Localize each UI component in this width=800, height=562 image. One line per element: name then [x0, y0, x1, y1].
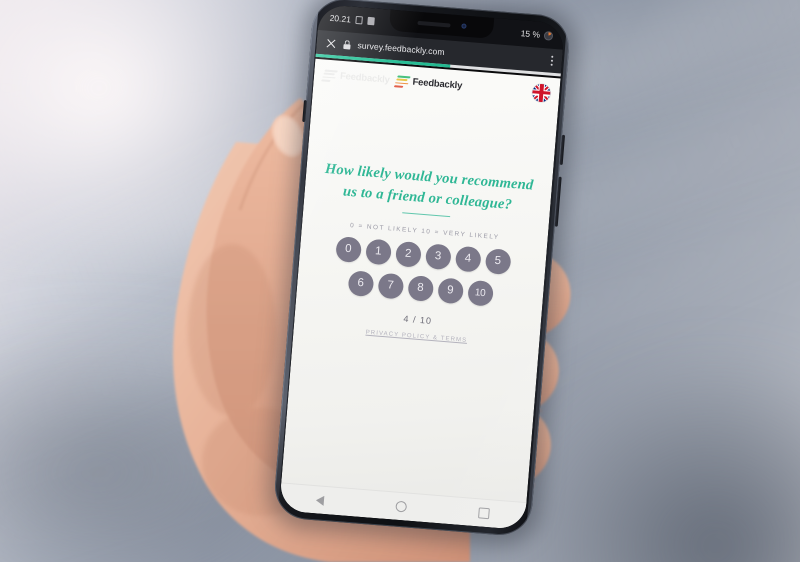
- survey-page: Feedbackly Feedbackly How likely would y…: [279, 58, 561, 531]
- front-camera-icon: [460, 23, 467, 29]
- privacy-policy-link[interactable]: PRIVACY POLICY & TERMS: [365, 330, 467, 344]
- status-bar-right: 15 %: [520, 28, 554, 41]
- feedbackly-logo[interactable]: Feedbackly: [393, 75, 463, 92]
- url-text[interactable]: survey.feedbackly.com: [357, 40, 445, 57]
- secure-lock-icon: [343, 39, 351, 50]
- logo-bars-icon: [393, 75, 411, 88]
- nps-option-0[interactable]: 0: [334, 235, 362, 263]
- battery-charging-icon: [543, 30, 554, 41]
- united-kingdom-flag-icon[interactable]: [531, 82, 552, 103]
- smartphone: 20.21 15 % survey.feedbackly.com Feedbac…: [265, 0, 580, 549]
- overflow-menu-icon[interactable]: [550, 56, 554, 66]
- nps-option-2[interactable]: 2: [394, 240, 422, 268]
- clock-label: 20.21: [329, 12, 352, 25]
- battery-percent-label: 15 %: [520, 28, 541, 40]
- home-button-icon[interactable]: [395, 500, 408, 513]
- nps-option-10[interactable]: 10: [466, 279, 494, 307]
- feedbackly-logo-ghost: Feedbackly: [321, 69, 391, 86]
- recents-button-icon[interactable]: [478, 507, 490, 520]
- survey-content: How likely would you recommend us to a f…: [293, 157, 552, 352]
- nps-option-8[interactable]: 8: [406, 274, 434, 302]
- nps-option-5[interactable]: 5: [484, 247, 512, 275]
- brand-name-ghost: Feedbackly: [339, 70, 391, 86]
- nps-option-9[interactable]: 9: [436, 277, 464, 305]
- nps-option-7[interactable]: 7: [376, 272, 404, 300]
- question-underline: [402, 211, 451, 217]
- sim-icon: [355, 15, 364, 25]
- sd-card-icon: [367, 16, 376, 26]
- nps-option-3[interactable]: 3: [424, 243, 452, 271]
- brand-name: Feedbackly: [412, 76, 463, 92]
- nps-option-4[interactable]: 4: [454, 245, 482, 273]
- survey-progress-label: 4 / 10: [403, 313, 433, 326]
- back-button-icon[interactable]: [315, 494, 325, 506]
- nps-option-6[interactable]: 6: [347, 269, 374, 297]
- close-icon[interactable]: [325, 37, 337, 49]
- nps-option-1[interactable]: 1: [364, 238, 392, 266]
- earpiece-speaker-icon: [416, 20, 451, 27]
- logo-bars-icon: [321, 69, 338, 82]
- phone-screen: 20.21 15 % survey.feedbackly.com Feedbac…: [279, 3, 565, 531]
- survey-question: How likely would you recommend us to a f…: [324, 160, 535, 213]
- status-bar-left: 20.21: [329, 12, 376, 27]
